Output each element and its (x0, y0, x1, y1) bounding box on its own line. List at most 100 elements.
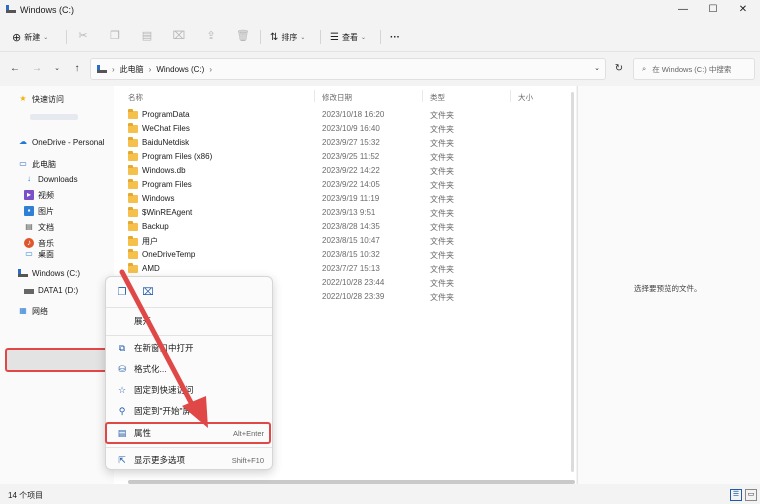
vertical-scrollbar[interactable] (571, 92, 574, 472)
view-label: 查看 (341, 32, 358, 42)
details-view-icon[interactable]: ☰ (730, 489, 742, 501)
nav-item-onedrive[interactable]: ☁ OneDrive - Personal (18, 135, 104, 149)
menu-label: 固定到"开始"屏幕 (134, 406, 200, 416)
column-header-date[interactable]: 修改日期 (322, 92, 352, 103)
nav-item-drive-c[interactable]: Windows (C:) (18, 266, 80, 280)
breadcrumb-pc[interactable]: 此电脑 (120, 64, 144, 75)
horizontal-scrollbar[interactable] (128, 480, 575, 484)
file-type: 文件夹 (430, 265, 454, 274)
file-type: 文件夹 (430, 293, 454, 302)
nav-item-music[interactable]: ♪ 音乐 (24, 236, 54, 250)
tiles-view-icon[interactable]: ▭ (745, 489, 757, 501)
cloud-icon: ☁ (19, 137, 27, 146)
file-row[interactable]: Backup 2023/8/28 14:35 文件夹 (114, 220, 576, 234)
menu-item-format[interactable]: ⛁ 格式化... (106, 359, 272, 379)
view-icon: ☰ (330, 31, 339, 43)
address-bar-row: ← → ⌄ ↑ › 此电脑 › Windows (C:) › ⌄ ↻ ⌕ 在 W… (0, 52, 760, 86)
file-date: 2023/8/28 14:35 (322, 222, 380, 231)
divider (380, 30, 381, 44)
new-button[interactable]: ⊕ 新建 ⌄ (12, 29, 48, 45)
rename-icon[interactable]: ⌧ (172, 29, 186, 43)
copy-icon[interactable]: ❐ (114, 285, 130, 301)
close-button[interactable]: ✕ (736, 3, 750, 17)
folder-icon (128, 150, 138, 161)
rename-icon[interactable]: ⌧ (140, 285, 156, 301)
nav-item-quick-access[interactable]: ★ 快速访问 (18, 92, 64, 106)
file-name: Program Files (142, 180, 192, 189)
file-row[interactable]: Program Files (x86) 2023/9/25 11:52 文件夹 (114, 150, 576, 164)
file-name-cell: ProgramData (128, 108, 190, 119)
column-header-name[interactable]: 名称 (128, 92, 143, 103)
address-dropdown-icon[interactable]: ⌄ (590, 62, 604, 76)
nav-item-pictures[interactable]: ▪ 图片 (24, 204, 54, 218)
menu-item-open-new-window[interactable]: ⧉ 在新窗口中打开 (106, 338, 272, 358)
file-row[interactable]: WeChat Files 2023/10/9 16:40 文件夹 (114, 122, 576, 136)
file-row[interactable]: ProgramData 2023/10/18 16:20 文件夹 (114, 108, 576, 122)
file-row[interactable]: Windows 2023/9/19 11:19 文件夹 (114, 192, 576, 206)
file-name: ProgramData (142, 110, 190, 119)
copy-icon[interactable]: ❐ (108, 29, 122, 43)
file-name-cell: AMD (128, 262, 160, 273)
file-date: 2023/10/18 16:20 (322, 110, 385, 119)
file-row[interactable]: 用户 2023/8/15 10:47 文件夹 (114, 234, 576, 248)
column-header-type[interactable]: 类型 (430, 92, 445, 103)
file-row[interactable]: Windows.db 2023/9/22 14:22 文件夹 (114, 164, 576, 178)
more-button[interactable]: ··· (390, 29, 400, 45)
file-type: 文件夹 (430, 223, 454, 232)
menu-label: 展开 (134, 316, 152, 326)
divider (422, 90, 423, 102)
delete-icon[interactable]: 🗑 (236, 29, 250, 43)
file-row[interactable]: $WinREAgent 2023/9/13 9:51 文件夹 (114, 206, 576, 220)
status-bar: 14 个项目 ☰ ▭ (0, 486, 760, 504)
file-date: 2022/10/28 23:39 (322, 292, 385, 301)
recent-chevron-icon[interactable]: ⌄ (50, 62, 64, 76)
menu-item-more-options[interactable]: ⇱ 显示更多选项 Shift+F10 (106, 450, 272, 470)
chevron-right-icon: › (148, 64, 152, 74)
view-button[interactable]: ☰ 查看 ⌄ (330, 29, 366, 45)
address-bar[interactable]: › 此电脑 › Windows (C:) › (90, 58, 606, 80)
nav-label: 文档 (38, 222, 54, 232)
nav-label: 图片 (38, 206, 54, 216)
column-header-size[interactable]: 大小 (518, 92, 533, 103)
nav-item-this-pc[interactable]: ▭ 此电脑 (18, 157, 56, 171)
sort-button[interactable]: ⇅ 排序 ⌄ (270, 29, 305, 45)
file-date: 2023/8/15 10:32 (322, 250, 380, 259)
nav-item-desktop[interactable]: ▭ 桌面 (24, 250, 54, 258)
file-date: 2022/10/28 23:44 (322, 278, 385, 287)
maximize-button[interactable]: ☐ (706, 3, 720, 17)
refresh-icon[interactable]: ↻ (612, 62, 626, 76)
file-row[interactable]: BaiduNetdisk 2023/9/27 15:32 文件夹 (114, 136, 576, 150)
folder-icon (128, 108, 138, 119)
folder-icon (128, 192, 138, 203)
file-name: 用户 (142, 237, 158, 246)
up-icon[interactable]: ↑ (70, 62, 84, 76)
forward-icon[interactable]: → (30, 62, 44, 76)
format-drive-icon: ⛁ (118, 364, 126, 374)
divider (320, 30, 321, 44)
file-name: OneDriveTemp (142, 250, 196, 259)
file-row[interactable]: Program Files 2023/9/22 14:05 文件夹 (114, 178, 576, 192)
nav-item-documents[interactable]: ▤ 文档 (24, 220, 54, 234)
drive-icon (6, 5, 16, 13)
menu-item-expand[interactable]: 展开 (106, 311, 272, 331)
nav-item-downloads[interactable]: ↓ Downloads (24, 172, 78, 186)
divider (314, 90, 315, 102)
file-date: 2023/9/13 9:51 (322, 208, 376, 217)
file-row[interactable]: OneDriveTemp 2023/8/15 10:32 文件夹 (114, 248, 576, 262)
file-type: 文件夹 (430, 153, 454, 162)
share-icon[interactable]: ⇪ (204, 29, 218, 43)
file-row[interactable]: AMD 2023/7/27 15:13 文件夹 (114, 262, 576, 276)
cut-icon[interactable]: ✂ (76, 29, 90, 43)
search-input[interactable]: ⌕ 在 Windows (C:) 中搜索 (633, 58, 755, 80)
minimize-button[interactable]: — (676, 3, 690, 17)
paste-icon[interactable]: ▤ (140, 29, 154, 43)
file-date: 2023/9/22 14:22 (322, 166, 380, 175)
nav-item-drive-d[interactable]: DATA1 (D:) (24, 283, 78, 297)
file-name-cell: Windows.db (128, 164, 186, 175)
menu-item-pin-start[interactable]: ⚲ 固定到"开始"屏幕 (106, 401, 272, 421)
nav-item-videos[interactable]: ▸ 视频 (24, 188, 54, 202)
menu-item-pin-quick-access[interactable]: ☆ 固定到快速访问 (106, 380, 272, 400)
breadcrumb-drive[interactable]: Windows (C:) (156, 65, 204, 74)
nav-item-network[interactable]: ▦ 网络 (18, 304, 48, 318)
back-icon[interactable]: ← (8, 62, 22, 76)
